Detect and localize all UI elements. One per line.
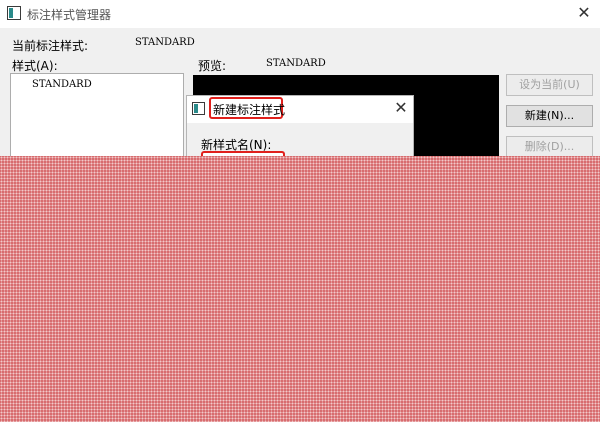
window-title: 标注样式管理器 xyxy=(27,8,112,22)
set-current-button[interactable]: 设为当前(U) xyxy=(506,74,593,96)
styles-list[interactable]: STANDARD xyxy=(10,73,184,163)
new-style-dialog-title: 新建标注样式 xyxy=(213,103,286,117)
close-icon[interactable]: ✕ xyxy=(391,97,411,119)
delete-button[interactable]: 删除(D)... xyxy=(506,136,593,158)
app-icon xyxy=(7,6,21,20)
occlusion-overlay xyxy=(0,156,600,422)
current-style-label: 当前标注样式: xyxy=(12,39,89,53)
list-item[interactable]: STANDARD xyxy=(32,79,92,90)
new-button[interactable]: 新建(N)... xyxy=(506,105,593,127)
current-style-value: STANDARD xyxy=(135,37,195,48)
styles-label: 样式(A): xyxy=(12,59,58,73)
preview-label: 预览: xyxy=(198,59,227,73)
preview-style-name: STANDARD xyxy=(266,58,326,69)
dialog-icon xyxy=(192,102,205,115)
close-icon[interactable]: ✕ xyxy=(572,2,596,24)
